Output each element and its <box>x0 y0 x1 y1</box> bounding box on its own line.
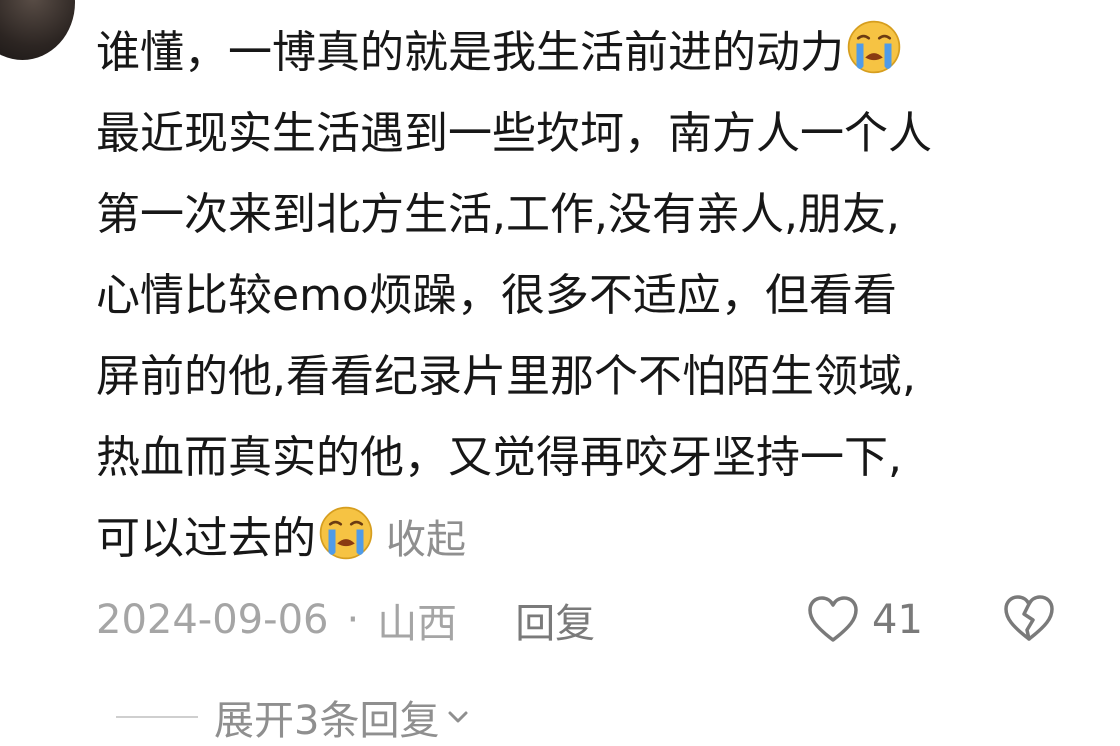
comment-line: 谁懂，一博真的就是我生活前进的动力 <box>96 12 1086 93</box>
comment-line: 心情比较emo烦躁，很多不适应，但看看 <box>96 270 897 321</box>
comment-location: 山西 <box>377 601 458 647</box>
heart-outline-icon <box>808 596 858 642</box>
comment-line: 屏前的他,看看纪录片里那个不怕陌生领域, <box>96 351 916 402</box>
comment-line: 第一次来到北方生活,工作,没有亲人,朋友, <box>96 189 900 240</box>
crying-face-emoji-icon <box>846 19 902 75</box>
avatar[interactable] <box>0 0 75 60</box>
divider <box>116 716 198 718</box>
comment-line: 热血而真实的他，又觉得再咬牙坚持一下, <box>96 432 902 483</box>
chevron-down-icon <box>448 711 468 723</box>
comment-line: 可以过去的 收起 <box>96 498 1086 579</box>
crying-face-emoji-icon <box>318 505 374 561</box>
reply-button[interactable]: 回复 <box>515 591 595 649</box>
comment-meta: 2024-09-06 · 山西 回复 <box>96 588 1086 652</box>
broken-heart-icon[interactable] <box>1002 592 1056 646</box>
like-count: 41 <box>872 597 923 643</box>
comment-date: 2024-09-06 <box>96 597 329 643</box>
comment-line: 最近现实生活遇到一些坎坷，南方人一个人 <box>96 108 932 159</box>
like-button[interactable]: 41 <box>806 588 923 652</box>
expand-replies-button[interactable]: 展开3条回复 <box>116 692 471 744</box>
comment-body: 谁懂，一博真的就是我生活前进的动力 最近现实生活遇到一些坎坷，南方人一个人 第一… <box>96 12 1086 579</box>
meta-separator: · <box>346 597 360 643</box>
collapse-button[interactable]: 收起 <box>386 517 466 563</box>
expand-replies-label: 展开3条回复 <box>214 698 440 744</box>
